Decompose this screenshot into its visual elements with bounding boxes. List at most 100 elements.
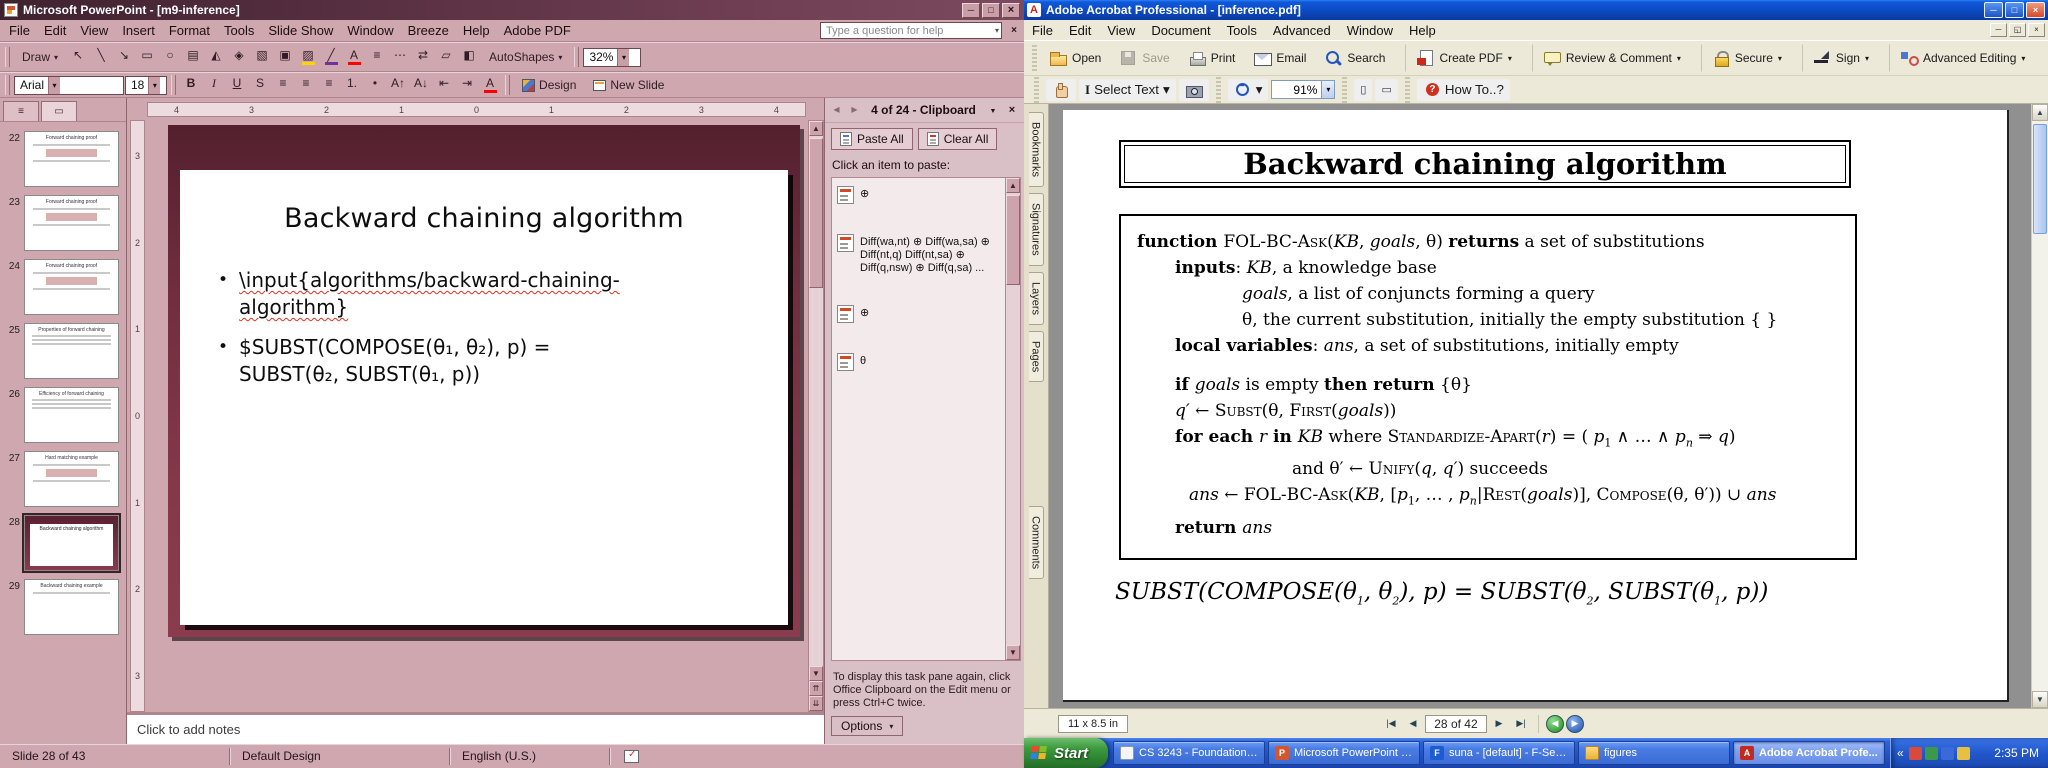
close-button[interactable]	[1002, 3, 1020, 18]
scrollbar-track[interactable]	[1006, 193, 1020, 645]
font-name-combo[interactable]: Arial	[14, 76, 124, 95]
close-button[interactable]: ×	[2026, 2, 2045, 18]
task-pane-menu-icon[interactable]	[985, 102, 1001, 118]
scroll-down-icon[interactable]: ▼	[2032, 691, 2048, 708]
scroll-up-icon[interactable]: ▲	[809, 121, 823, 136]
notes-pane[interactable]: Click to add notes	[127, 712, 824, 744]
scroll-down-icon[interactable]: ▼	[809, 666, 823, 681]
menu-item[interactable]: File	[2, 21, 37, 40]
clipboard-item[interactable]: ⊕	[837, 186, 1000, 204]
zoom-combo[interactable]: 32%	[583, 48, 641, 67]
chevron-down-icon[interactable]	[1321, 81, 1334, 98]
search-button[interactable]: Search	[1316, 44, 1393, 72]
last-page-button[interactable]	[1511, 714, 1531, 734]
secure-button[interactable]: Secure	[1701, 44, 1790, 72]
toolbar-grip[interactable]	[505, 75, 510, 95]
minimize-button[interactable]: ─	[1984, 2, 2003, 18]
new-slide-button[interactable]: New Slide	[585, 74, 672, 96]
document-scrollbar[interactable]: ▲ ▼	[2031, 104, 2048, 708]
zoom-out-button[interactable]	[1228, 79, 1269, 101]
menu-item[interactable]: Format	[162, 21, 217, 40]
toolbar-grip[interactable]	[5, 75, 10, 95]
previous-view-button[interactable]	[1546, 715, 1564, 733]
text-box-icon[interactable]: ▤	[182, 46, 204, 68]
options-button[interactable]: Options	[831, 716, 903, 736]
navigation-tab[interactable]: Layers	[1029, 272, 1044, 325]
menu-item[interactable]: Slide Show	[261, 21, 340, 40]
document-minimize-button[interactable]: ─	[1990, 23, 2007, 37]
previous-slide-button[interactable]: ⇈	[809, 681, 823, 696]
page-number-field[interactable]: 28 of 42	[1425, 715, 1487, 733]
toolbar-grip[interactable]	[1216, 77, 1221, 103]
menu-item[interactable]: View	[73, 21, 115, 40]
increase-indent-icon[interactable]: ⇥	[456, 74, 478, 96]
taskbar-task-button[interactable]: suna - [default] - F-Secure...	[1423, 741, 1575, 765]
bold-button[interactable]: B	[180, 74, 202, 96]
navigation-tab[interactable]: Signatures	[1029, 193, 1044, 266]
tray-expand-icon[interactable]	[1897, 746, 1904, 760]
slide-thumbnail[interactable]: 26 Efficiency of forward chaining	[0, 383, 126, 447]
document-close-button[interactable]: ×	[2028, 23, 2045, 37]
previous-page-button[interactable]	[1403, 714, 1423, 734]
line-style-icon[interactable]: ≡	[366, 46, 388, 68]
line-color-icon[interactable]: ╱	[320, 46, 342, 68]
navigation-tab[interactable]: Comments	[1029, 506, 1044, 579]
word-art-icon[interactable]: ◭	[205, 46, 227, 68]
menu-item[interactable]: Help	[456, 21, 497, 40]
insert-picture-icon[interactable]: ▣	[274, 46, 296, 68]
menu-item[interactable]: View	[1099, 21, 1143, 40]
toolbar-grip[interactable]	[1034, 77, 1039, 103]
snapshot-tool-button[interactable]	[1179, 79, 1209, 101]
next-slide-button[interactable]: ⇊	[809, 696, 823, 711]
text-shadow-button[interactable]: S	[249, 74, 271, 96]
align-right-icon[interactable]: ≡	[318, 74, 340, 96]
create-pdf-button[interactable]: Create PDF	[1405, 44, 1519, 72]
clipboard-scrollbar[interactable]: ▲ ▼	[1006, 177, 1021, 661]
diagram-icon[interactable]: ◈	[228, 46, 250, 68]
back-icon[interactable]	[829, 103, 844, 118]
print-button[interactable]: Print	[1180, 44, 1244, 72]
slide-thumbnail[interactable]: 22 Forward chaining proof	[0, 127, 126, 191]
email-button[interactable]: Email	[1245, 44, 1314, 72]
draw-menu-button[interactable]: Draw	[14, 46, 66, 68]
shadow-style-icon[interactable]: ▱	[435, 46, 457, 68]
clear-all-button[interactable]: Clear All	[918, 128, 998, 150]
chevron-down-icon[interactable]	[148, 77, 160, 94]
document-restore-button[interactable]: ◱	[2009, 23, 2026, 37]
menu-item[interactable]: Breeze	[401, 21, 456, 40]
sign-button[interactable]: Sign	[1802, 44, 1877, 72]
select-text-button[interactable]: ISelect Text	[1079, 79, 1176, 101]
review-comment-button[interactable]: Review & Comment	[1532, 44, 1689, 72]
maximize-button[interactable]: □	[2005, 2, 2024, 18]
align-center-icon[interactable]: ≡	[295, 74, 317, 96]
decrease-indent-icon[interactable]: ⇤	[433, 74, 455, 96]
dash-style-icon[interactable]: ⋯	[389, 46, 411, 68]
toolbar-grip[interactable]	[1342, 77, 1347, 103]
scroll-down-icon[interactable]: ▼	[1006, 645, 1020, 660]
slides-tab[interactable]: ▭	[41, 101, 77, 121]
chevron-down-icon[interactable]	[48, 77, 60, 94]
select-objects-icon[interactable]: ↖	[67, 46, 89, 68]
taskbar-task-button[interactable]: CS 3243 - Foundations of...	[1113, 741, 1265, 765]
menu-item[interactable]: Document	[1143, 21, 1218, 40]
oval-icon[interactable]: ○	[159, 46, 181, 68]
minimize-button[interactable]	[962, 3, 980, 18]
menu-item[interactable]: Adobe PDF	[497, 21, 578, 40]
slide-bullet[interactable]: •$SUBST(COMPOSE(θ₁, θ₂), p) =SUBST(θ₂, S…	[218, 334, 758, 388]
tray-icon[interactable]	[1957, 747, 1970, 760]
arrow-icon[interactable]: ↘	[113, 46, 135, 68]
document-view[interactable]: Backward chaining algorithm function FOL…	[1049, 104, 2031, 708]
scrollbar-thumb[interactable]	[1006, 195, 1020, 285]
open-button[interactable]: Open	[1041, 44, 1109, 72]
language-status[interactable]: English (U.S.)	[450, 748, 610, 765]
rectangle-icon[interactable]: ▭	[136, 46, 158, 68]
bullets-icon[interactable]: •	[364, 74, 386, 96]
next-page-button[interactable]	[1489, 714, 1509, 734]
slide-thumbnail[interactable]: 28 Backward chaining algorithm	[0, 511, 126, 575]
decrease-font-icon[interactable]: A↓	[410, 74, 432, 96]
menu-item[interactable]: Window	[340, 21, 400, 40]
toolbar-grip[interactable]	[574, 47, 579, 67]
menu-item[interactable]: Tools	[217, 21, 261, 40]
slide[interactable]: Backward chaining algorithm •\input{algo…	[168, 125, 800, 637]
pdf-page[interactable]: Backward chaining algorithm function FOL…	[1063, 110, 2009, 702]
